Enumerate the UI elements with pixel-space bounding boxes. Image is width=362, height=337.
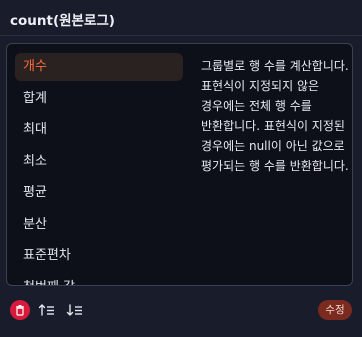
title-bar: count(원본로그) — [0, 0, 362, 36]
sort-descending-button[interactable] — [66, 302, 84, 318]
function-item-min[interactable]: 최소 — [15, 148, 183, 176]
trash-icon — [16, 305, 24, 316]
count-function-panel: count(원본로그) 개수 합계 최대 최소 평균 분산 표준편차 첫번째 값… — [0, 0, 362, 337]
edit-button[interactable]: 수정 — [318, 300, 352, 320]
function-item-first-value[interactable]: 첫번째 값 — [15, 274, 183, 286]
function-item-count[interactable]: 개수 — [15, 53, 183, 81]
function-item-variance[interactable]: 분산 — [15, 211, 183, 239]
function-list[interactable]: 개수 합계 최대 최소 평균 분산 표준편차 첫번째 값 — [15, 53, 183, 285]
delete-button[interactable] — [10, 300, 30, 320]
function-item-average[interactable]: 평균 — [15, 179, 183, 207]
function-item-max[interactable]: 최대 — [15, 116, 183, 144]
function-content-box: 개수 합계 최대 최소 평균 분산 표준편차 첫번째 값 그룹별로 행 수를 계… — [6, 43, 353, 286]
bottom-toolbar: 수정 — [0, 298, 362, 324]
sort-ascending-button[interactable] — [38, 302, 56, 318]
sort-ascending-icon — [38, 304, 54, 316]
function-item-stddev[interactable]: 표준편차 — [15, 242, 183, 270]
function-description: 그룹별로 행 수를 계산합니다. 표현식이 지정되지 않은 경우에는 전체 행 … — [201, 59, 349, 173]
panel-title: count(원본로그) — [10, 13, 115, 29]
function-item-sum[interactable]: 합계 — [15, 85, 183, 113]
sort-descending-icon — [66, 304, 82, 316]
